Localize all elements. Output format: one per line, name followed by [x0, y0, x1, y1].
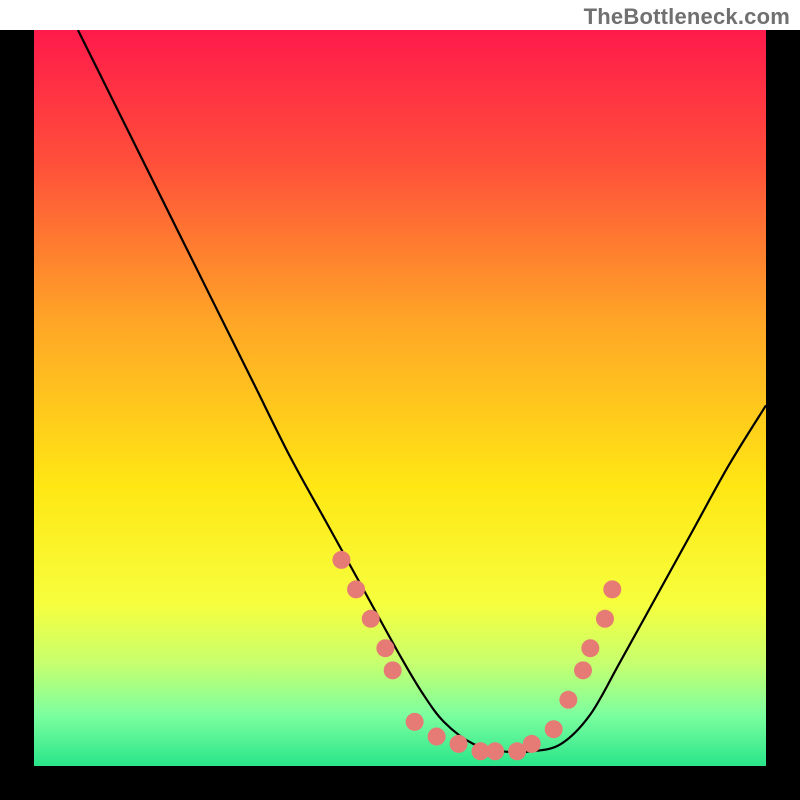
- marker-point: [376, 639, 394, 657]
- marker-point: [406, 713, 424, 731]
- marker-point: [332, 551, 350, 569]
- bottleneck-chart: [0, 0, 800, 800]
- marker-point: [603, 580, 621, 598]
- marker-point: [384, 661, 402, 679]
- marker-point: [581, 639, 599, 657]
- marker-point: [559, 691, 577, 709]
- marker-point: [486, 742, 504, 760]
- chart-container: TheBottleneck.com: [0, 0, 800, 800]
- marker-point: [596, 610, 614, 628]
- marker-point: [362, 610, 380, 628]
- marker-point: [450, 735, 468, 753]
- watermark-label: TheBottleneck.com: [584, 4, 790, 30]
- marker-point: [428, 728, 446, 746]
- marker-point: [545, 720, 563, 738]
- marker-point: [523, 735, 541, 753]
- marker-point: [574, 661, 592, 679]
- marker-point: [347, 580, 365, 598]
